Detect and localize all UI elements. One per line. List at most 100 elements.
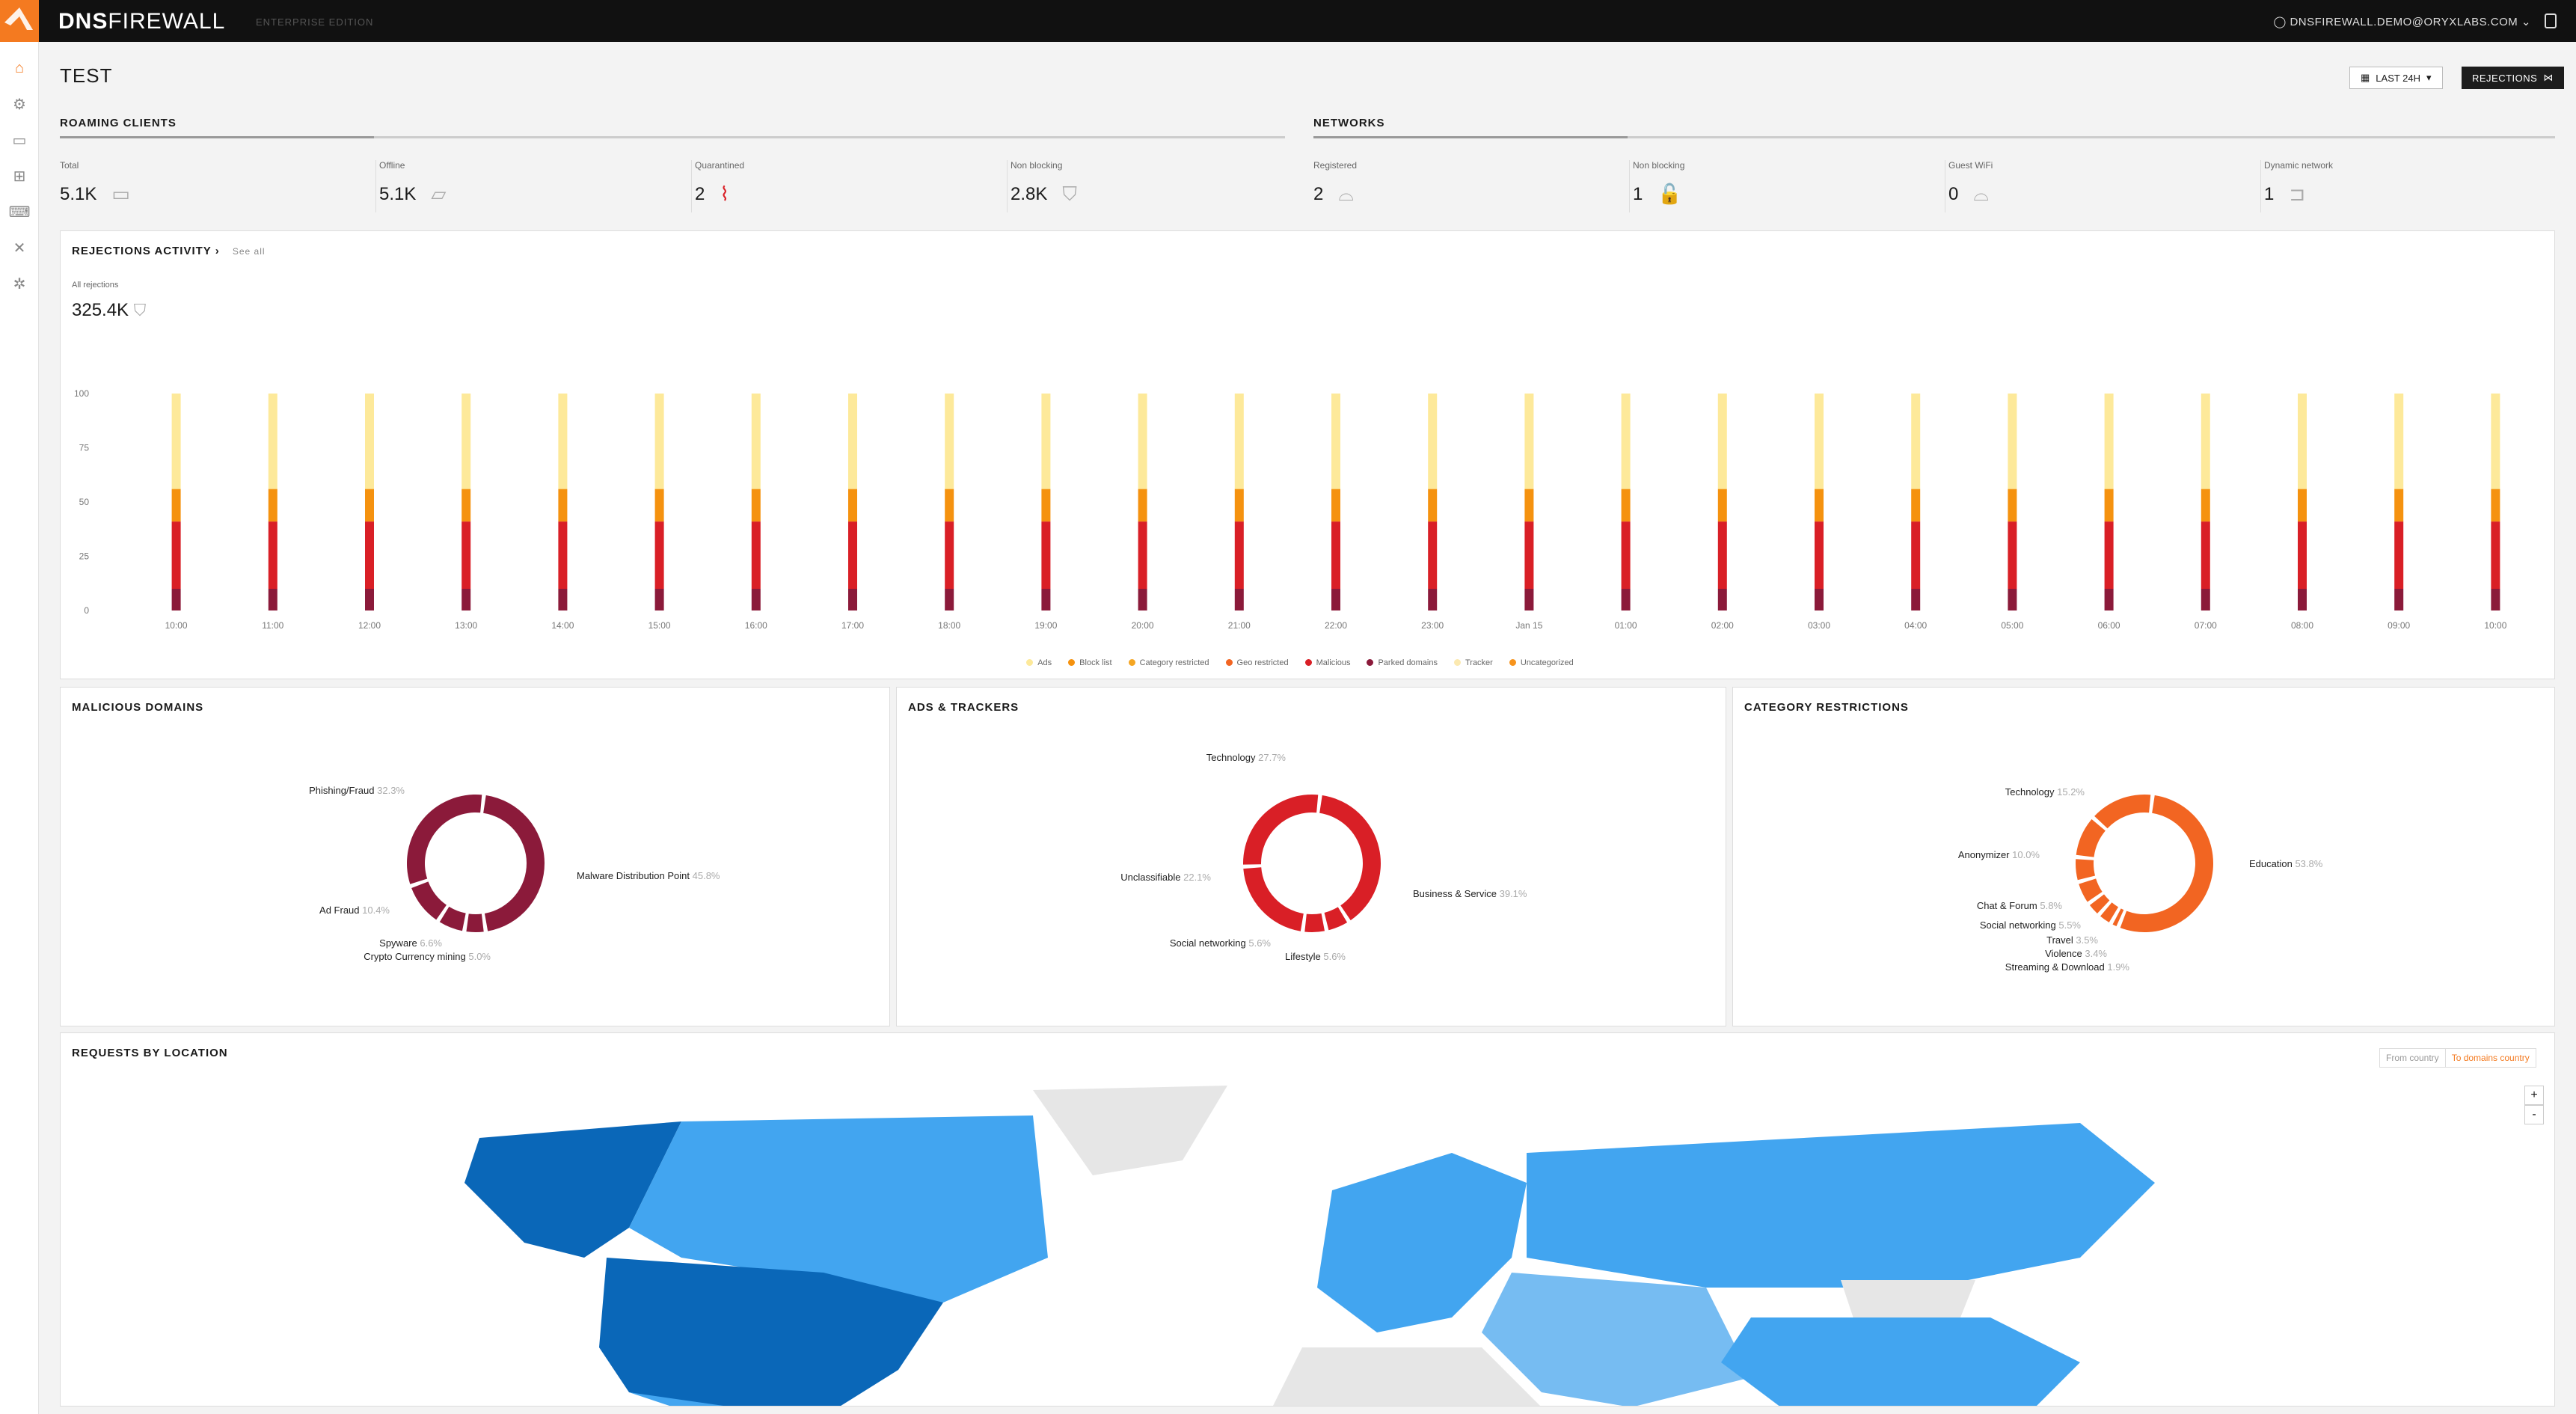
bar-segment[interactable] [1041,589,1051,610]
monitor-icon[interactable]: ▭ [10,130,29,150]
bar-segment[interactable] [1041,521,1051,589]
bar-segment[interactable] [2491,521,2500,589]
bar-segment[interactable] [2008,521,2017,589]
legend-item[interactable]: Malicious [1304,658,1350,667]
donut-slice[interactable] [2120,795,2213,932]
bar-segment[interactable] [1428,521,1438,589]
bar-segment[interactable] [1815,521,1824,589]
bar-segment[interactable] [654,394,664,489]
bar-segment[interactable] [2298,521,2307,589]
network-icon[interactable]: ⚙ [10,94,29,114]
bar-segment[interactable] [558,521,568,589]
bar-segment[interactable] [1234,394,1244,489]
bar-segment[interactable] [1041,489,1051,522]
bar-segment[interactable] [171,489,181,522]
bar-segment[interactable] [848,589,857,610]
legend-item[interactable]: Tracker [1453,658,1493,667]
bar-segment[interactable] [365,489,374,522]
bar-segment[interactable] [2201,489,2210,522]
bar-segment[interactable] [2201,394,2210,489]
bar-segment[interactable] [751,521,761,589]
bar-segment[interactable] [1911,521,1921,589]
bar-segment[interactable] [1524,489,1534,522]
legend-item[interactable]: Uncategorized [1509,658,1574,667]
donut-slice[interactable] [2076,818,2106,857]
bar-segment[interactable] [2394,489,2404,522]
bar-segment[interactable] [461,521,471,589]
stat-roaming-3[interactable]: Non blocking 2.8K ⛉ [1007,160,1077,212]
bar-segment[interactable] [365,589,374,610]
bar-segment[interactable] [2298,489,2307,522]
bar-segment[interactable] [848,521,857,589]
bar-segment[interactable] [848,489,857,522]
bar-segment[interactable] [654,521,664,589]
bar-segment[interactable] [2201,589,2210,610]
bar-segment[interactable] [171,521,181,589]
bar-segment[interactable] [1234,489,1244,522]
legend-item[interactable]: Block list [1068,658,1112,667]
bar-segment[interactable] [1138,489,1147,522]
bar-segment[interactable] [2298,589,2307,610]
bar-segment[interactable] [558,394,568,489]
bar-segment[interactable] [2104,394,2114,489]
bar-segment[interactable] [1621,521,1631,589]
bar-segment[interactable] [1234,521,1244,589]
donut-slice[interactable] [2076,859,2096,881]
bar-segment[interactable] [1717,394,1727,489]
bar-segment[interactable] [945,394,954,489]
bar-segment[interactable] [365,394,374,489]
bar-segment[interactable] [751,489,761,522]
stat-network-1[interactable]: Non blocking 1 🔓 [1629,160,1684,212]
tablet-icon[interactable] [2545,13,2557,28]
bar-segment[interactable] [1524,521,1534,589]
to-domains-country-option[interactable]: To domains country [2444,1049,2536,1067]
donut-slice[interactable] [483,795,545,931]
donut-slice[interactable] [2094,795,2151,829]
bar-segment[interactable] [1717,521,1727,589]
bar-segment[interactable] [1331,521,1340,589]
donut-slice[interactable] [439,906,466,931]
world-map[interactable] [61,1033,2555,1407]
bar-segment[interactable] [1041,394,1051,489]
bar-segment[interactable] [2201,521,2210,589]
bar-segment[interactable] [1138,521,1147,589]
stat-network-3[interactable]: Dynamic network 1 ⊐ [2260,160,2333,212]
donut-slice[interactable] [1243,867,1304,931]
bar-segment[interactable] [2394,521,2404,589]
bar-segment[interactable] [848,394,857,489]
time-range-dropdown[interactable]: ▦ LAST 24H ▾ [2349,67,2443,89]
bar-segment[interactable] [1428,489,1438,522]
bar-segment[interactable] [2394,589,2404,610]
stat-network-0[interactable]: Registered 2 ⌓ [1313,160,1357,212]
bar-segment[interactable] [751,394,761,489]
bar-segment[interactable] [945,589,954,610]
bar-segment[interactable] [2008,589,2017,610]
bar-segment[interactable] [268,394,277,489]
bar-segment[interactable] [1331,394,1340,489]
donut-slice[interactable] [466,913,484,932]
bar-segment[interactable] [1234,589,1244,610]
donut-slice[interactable] [411,881,447,920]
stat-roaming-2[interactable]: Quarantined 2 ⌇ [691,160,744,212]
stat-network-2[interactable]: Guest WiFi 0 ⌓ [1945,160,1993,212]
bar-segment[interactable] [2491,394,2500,489]
bar-segment[interactable] [945,489,954,522]
legend-item[interactable]: Geo restricted [1225,658,1289,667]
bar-segment[interactable] [1717,589,1727,610]
bar-segment[interactable] [171,394,181,489]
stat-roaming-1[interactable]: Offline 5.1K ▱ [375,160,446,212]
bar-segment[interactable] [365,521,374,589]
bar-segment[interactable] [1621,394,1631,489]
brand-name[interactable]: DNSFIREWALL [58,9,225,34]
from-country-option[interactable]: From country [2380,1049,2445,1067]
bar-segment[interactable] [1428,394,1438,489]
bar-segment[interactable] [2104,489,2114,522]
bar-segment[interactable] [1815,394,1824,489]
bar-segment[interactable] [1911,394,1921,489]
bar-segment[interactable] [2104,589,2114,610]
bar-segment[interactable] [1911,489,1921,522]
bar-segment[interactable] [461,589,471,610]
bar-segment[interactable] [461,394,471,489]
user-menu[interactable]: ◯ DNSFIREWALL.DEMO@ORYXLABS.COM ⌄ [2274,15,2532,28]
bar-segment[interactable] [1524,589,1534,610]
